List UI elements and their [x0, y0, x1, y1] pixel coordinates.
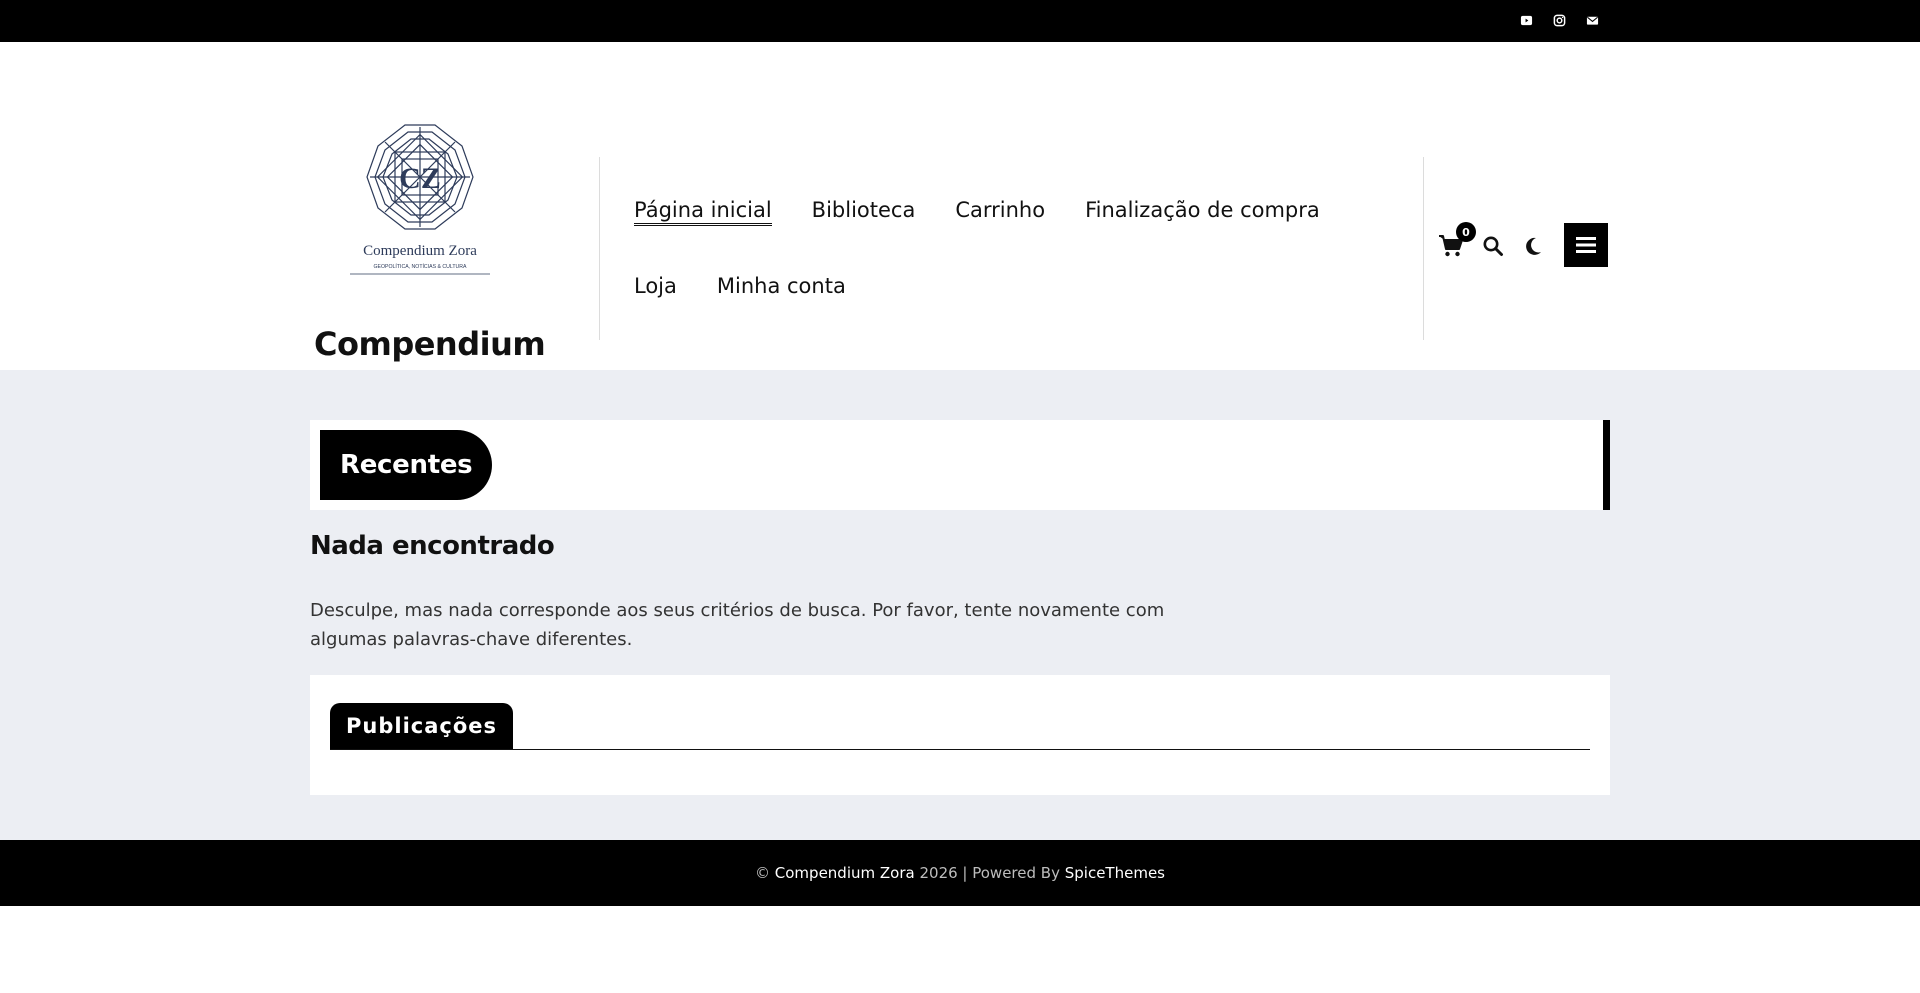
youtube-icon[interactable]	[1520, 14, 1533, 27]
posts-divider	[330, 749, 1590, 750]
recent-label: Recentes	[320, 430, 493, 500]
divider-right	[1423, 157, 1424, 340]
header-actions: 0	[1438, 222, 1608, 267]
divider-left	[599, 157, 600, 340]
instagram-icon[interactable]	[1553, 14, 1566, 27]
site-header: CZ Compendium Zora GEOPOLÍTICA, NOTÍCIAS…	[0, 42, 1920, 403]
recent-bar: Recentes	[310, 420, 1610, 510]
nav-item-cart[interactable]: Carrinho	[955, 192, 1045, 268]
top-bar	[0, 0, 1920, 42]
nav-item-shop[interactable]: Loja	[634, 268, 677, 344]
nav-item-library[interactable]: Biblioteca	[812, 192, 916, 268]
site-footer: © Compendium Zora 2026 | Powered By Spic…	[0, 840, 1920, 906]
page-bottom	[0, 906, 1920, 993]
footer-theme-link[interactable]: SpiceThemes	[1065, 864, 1165, 882]
not-found-title: Nada encontrado	[310, 531, 555, 561]
posts-tab: Publicações	[330, 703, 514, 749]
main-nav: Página inicial Biblioteca Carrinho Final…	[634, 192, 1394, 344]
nav-item-checkout[interactable]: Finalização de compra	[1085, 192, 1320, 268]
nav-item-account[interactable]: Minha conta	[717, 268, 846, 344]
logo-name: Compendium Zora	[363, 243, 477, 259]
site-logo[interactable]: CZ Compendium Zora GEOPOLÍTICA, NOTÍCIAS…	[345, 122, 495, 282]
posts-widget: Publicações	[310, 675, 1610, 795]
nav-item-label: Biblioteca	[811, 198, 916, 222]
cart-count-badge: 0	[1456, 222, 1476, 242]
menu-button[interactable]	[1564, 223, 1608, 267]
email-icon[interactable]	[1586, 14, 1599, 27]
logo-tagline: GEOPOLÍTICA, NOTÍCIAS & CULTURA	[373, 263, 467, 270]
moon-icon[interactable]	[1522, 235, 1544, 257]
nav-item-label: Loja	[634, 274, 677, 298]
logo-monogram: CZ	[399, 162, 441, 195]
social-links	[1520, 14, 1599, 27]
footer-year-text: 2026 | Powered By	[919, 864, 1060, 882]
nav-item-home[interactable]: Página inicial	[634, 192, 772, 268]
not-found-text: Desculpe, mas nada corresponde aos seus …	[310, 600, 1165, 650]
nav-item-label: Finalização de compra	[1085, 198, 1320, 222]
footer-site-link[interactable]: Compendium Zora	[775, 864, 915, 882]
menu-icon	[1576, 237, 1596, 253]
copyright-symbol: ©	[755, 864, 770, 882]
nav-item-label: Página inicial	[634, 198, 772, 226]
nav-item-label: Minha conta	[716, 274, 846, 298]
search-icon[interactable]	[1482, 235, 1504, 257]
cart-button[interactable]: 0	[1438, 222, 1476, 258]
nav-item-label: Carrinho	[955, 198, 1046, 222]
main-content: Recentes Nada encontrado Desculpe, mas n…	[0, 370, 1920, 840]
